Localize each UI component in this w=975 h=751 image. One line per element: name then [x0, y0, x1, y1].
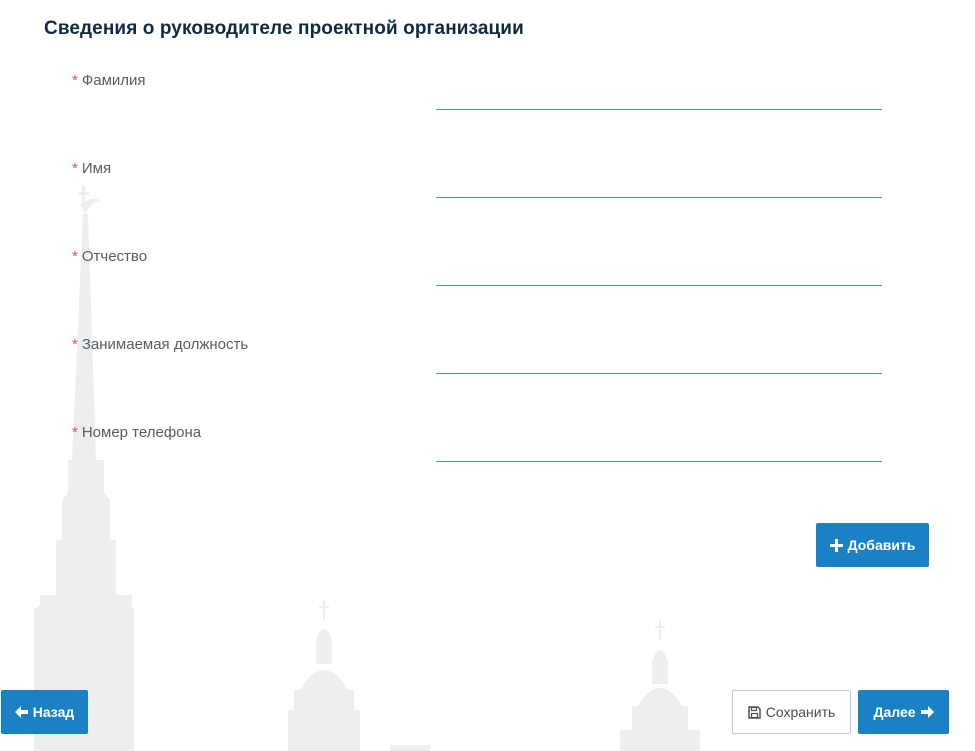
patronymic-input[interactable] — [436, 260, 882, 286]
field-label-patronymic: * Отчество — [72, 248, 147, 265]
position-input[interactable] — [436, 348, 882, 374]
next-button[interactable]: Далее — [858, 690, 949, 734]
field-label-text: Фамилия — [81, 72, 146, 89]
field-label-position: * Занимаемая должность — [72, 336, 248, 353]
name-input[interactable] — [436, 172, 882, 198]
field-label-text: Отчество — [81, 248, 148, 265]
required-marker: * — [72, 336, 78, 353]
field-label-phone: * Номер телефона — [72, 424, 201, 441]
field-label-text: Имя — [81, 160, 112, 177]
field-label-text: Номер телефона — [81, 424, 202, 441]
back-button-label: Назад — [32, 704, 75, 720]
save-button-label: Сохранить — [765, 704, 836, 720]
required-marker: * — [72, 248, 78, 265]
save-button[interactable]: Сохранить — [732, 690, 851, 734]
floppy-disk-icon — [747, 705, 761, 719]
required-marker: * — [72, 72, 78, 89]
field-label-text: Занимаемая должность — [81, 336, 249, 353]
background-illustration — [34, 186, 700, 751]
field-label-name: * Имя — [72, 160, 111, 177]
arrow-right-icon — [920, 706, 934, 718]
page: Сведения о руководителе проектной органи… — [0, 0, 975, 751]
page-title: Сведения о руководителе проектной органи… — [44, 18, 524, 39]
required-marker: * — [72, 424, 78, 441]
add-button-label: Добавить — [847, 537, 916, 553]
arrow-left-icon — [14, 706, 28, 718]
plus-icon — [829, 538, 843, 552]
field-label-surname: * Фамилия — [72, 72, 146, 89]
required-marker: * — [72, 160, 78, 177]
phone-input[interactable] — [436, 436, 882, 462]
back-button[interactable]: Назад — [1, 690, 88, 734]
surname-input[interactable] — [436, 84, 882, 110]
next-button-label: Далее — [873, 704, 916, 720]
add-button[interactable]: Добавить — [816, 523, 929, 567]
